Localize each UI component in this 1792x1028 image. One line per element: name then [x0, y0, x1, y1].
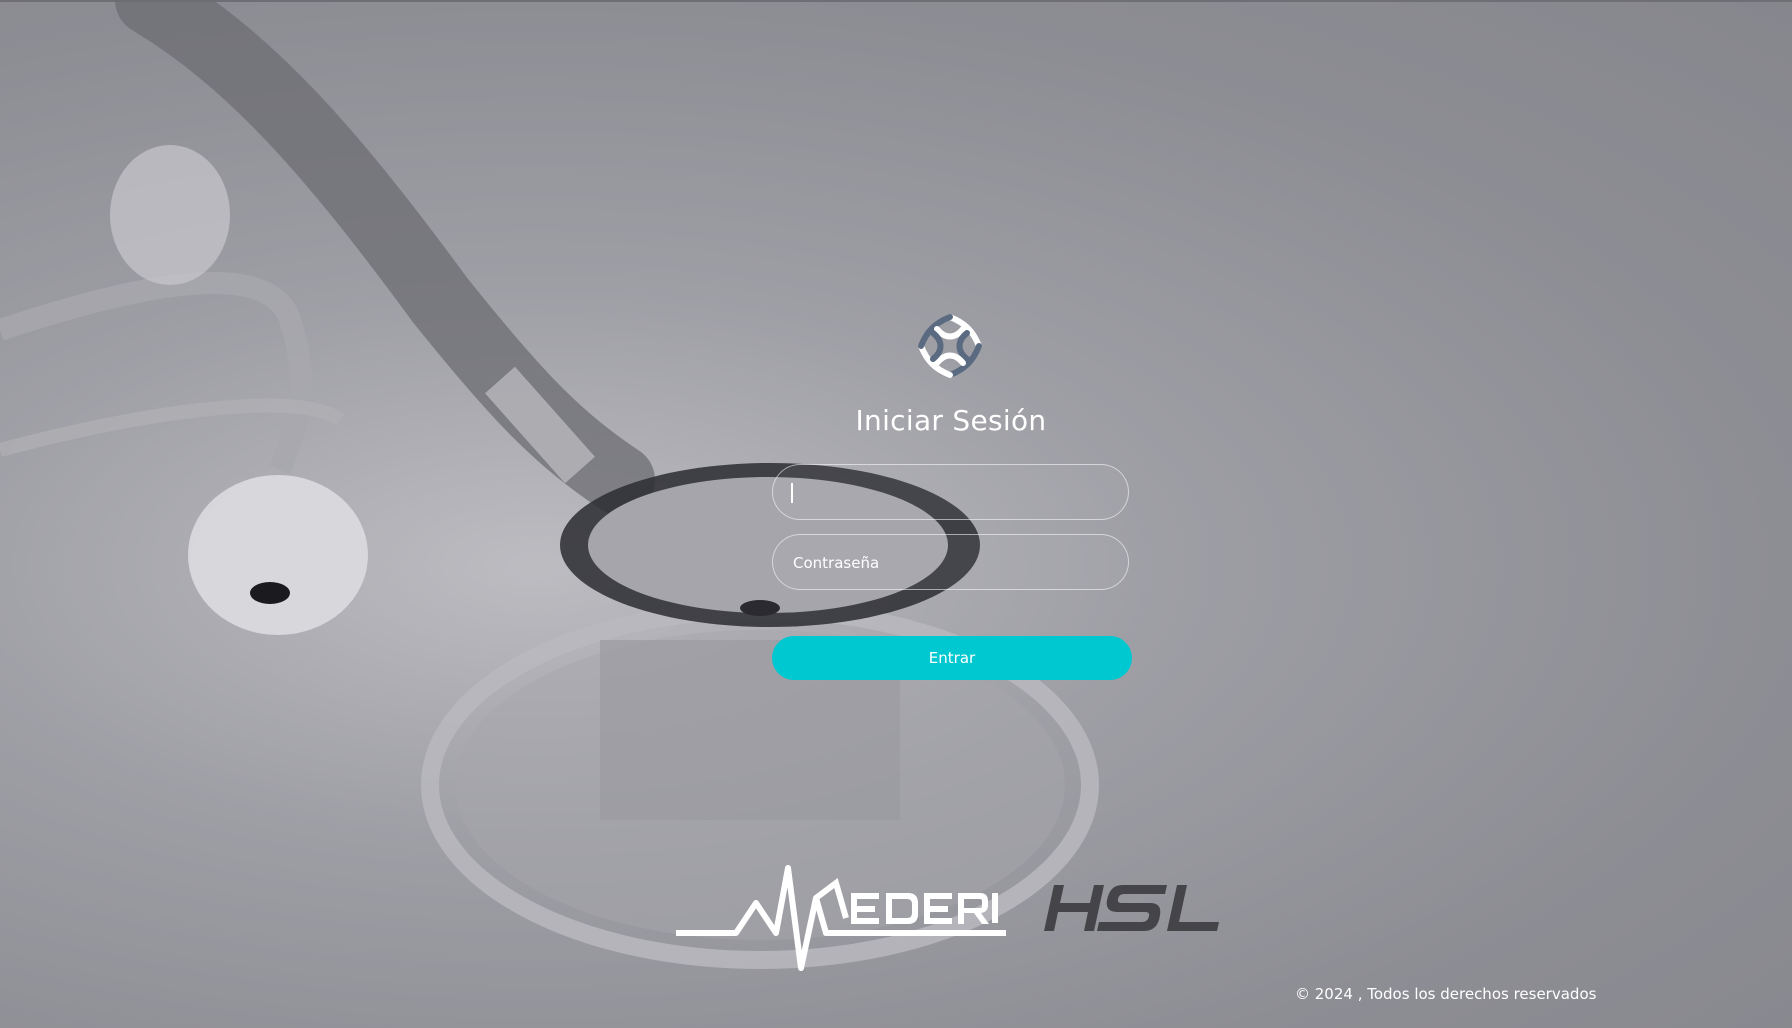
username-field[interactable]: [772, 464, 1129, 521]
copyright-text: © 2024 , Todos los derechos reservados: [1295, 985, 1597, 1003]
login-button[interactable]: Entrar: [772, 636, 1132, 680]
interlocking-rings-logo-icon: [918, 314, 982, 378]
password-input[interactable]: [791, 535, 1115, 591]
page-title: Iniciar Sesión: [855, 404, 1047, 437]
text-cursor: [791, 483, 793, 503]
background-photo: Iniciar Sesión Entrar © 2024 , Todos los…: [0, 0, 1792, 1028]
mederi-logo: [676, 865, 1006, 971]
hsl-logo: [1044, 885, 1219, 931]
password-field[interactable]: [772, 534, 1129, 591]
username-input[interactable]: [791, 465, 1115, 521]
